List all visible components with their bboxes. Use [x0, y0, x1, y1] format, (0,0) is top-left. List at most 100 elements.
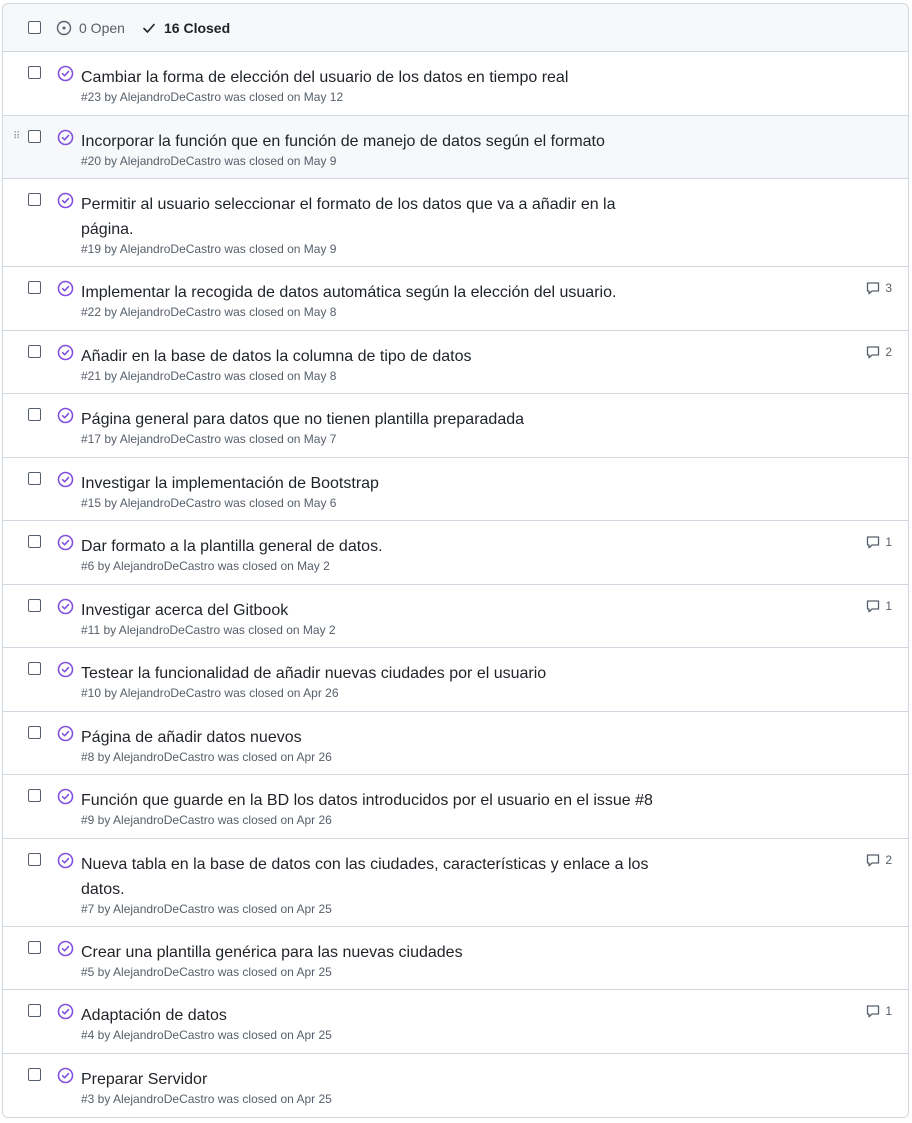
issue-closed-icon	[57, 852, 74, 869]
issue-closed-icon	[57, 280, 74, 297]
comment-count: 2	[885, 853, 892, 867]
comment-count: 3	[885, 281, 892, 295]
comments-link[interactable]: 1	[865, 598, 892, 614]
comments-link[interactable]: 1	[865, 534, 892, 550]
comments-link[interactable]: 3	[865, 280, 892, 296]
issue-row[interactable]: Nueva tabla en la base de datos con las …	[3, 839, 908, 927]
comments-link[interactable]: 1	[865, 1003, 892, 1019]
issue-checkbox[interactable]	[28, 66, 41, 79]
issue-closed-icon	[57, 129, 74, 146]
issue-checkbox[interactable]	[28, 853, 41, 866]
issues-list-box: 0 Open 16 Closed Cambiar la forma de ele…	[2, 3, 909, 1118]
issue-title-link[interactable]: Añadir en la base de datos la columna de…	[81, 344, 661, 369]
issue-closed-icon	[57, 192, 74, 209]
issue-row[interactable]: Cambiar la forma de elección del usuario…	[3, 52, 908, 116]
issue-title-link[interactable]: Nueva tabla en la base de datos con las …	[81, 852, 661, 902]
issue-checkbox[interactable]	[28, 789, 41, 802]
issue-meta: #23 by AlejandroDeCastro was closed on M…	[81, 90, 344, 104]
issue-row[interactable]: Dar formato a la plantilla general de da…	[3, 521, 908, 585]
issue-checkbox[interactable]	[28, 408, 41, 421]
issue-title-link[interactable]: Adaptación de datos	[81, 1003, 661, 1028]
issue-title-link[interactable]: Incorporar la función que en función de …	[81, 129, 661, 154]
issue-title-link[interactable]: Página general para datos que no tienen …	[81, 407, 661, 432]
issue-meta: #9 by AlejandroDeCastro was closed on Ap…	[81, 813, 332, 827]
issue-row[interactable]: Permitir al usuario seleccionar el forma…	[3, 179, 908, 267]
closed-filter-button[interactable]: 16 Closed	[141, 20, 230, 36]
issue-checkbox[interactable]	[28, 130, 41, 143]
issue-row[interactable]: Investigar acerca del Gitbook #11 by Alej…	[3, 585, 908, 648]
issue-checkbox[interactable]	[28, 662, 41, 675]
issue-checkbox[interactable]	[28, 535, 41, 548]
issue-checkbox[interactable]	[28, 726, 41, 739]
comment-count: 2	[885, 345, 892, 359]
issue-row[interactable]: Añadir en la base de datos la columna de…	[3, 331, 908, 394]
issue-row[interactable]: ⠿ Incorporar la función que en función de…	[3, 116, 908, 179]
issue-meta: #3 by AlejandroDeCastro was closed on Ap…	[81, 1092, 332, 1106]
issue-checkbox[interactable]	[28, 1068, 41, 1081]
issue-checkbox[interactable]	[28, 472, 41, 485]
comment-icon	[867, 282, 880, 295]
comments-link[interactable]: 2	[865, 344, 892, 360]
issue-closed-icon	[57, 725, 74, 742]
issue-title-link[interactable]: Permitir al usuario seleccionar el forma…	[81, 192, 661, 242]
open-count-label: 0 Open	[79, 20, 125, 36]
comment-icon	[867, 346, 880, 359]
issue-rows: Cambiar la forma de elección del usuario…	[3, 52, 908, 1117]
issue-title-link[interactable]: Página de añadir datos nuevos	[81, 725, 661, 750]
issue-checkbox[interactable]	[28, 599, 41, 612]
drag-handle-icon[interactable]: ⠿	[13, 132, 20, 142]
issue-title-link[interactable]: Función que guarde en la BD los datos in…	[81, 788, 661, 813]
issue-meta: #5 by AlejandroDeCastro was closed on Ap…	[81, 965, 332, 979]
issues-list-header: 0 Open 16 Closed	[3, 4, 908, 52]
check-icon	[143, 23, 155, 33]
issue-meta: #15 by AlejandroDeCastro was closed on M…	[81, 496, 337, 510]
issue-row[interactable]: Investigar la implementación de Bootstra…	[3, 458, 908, 521]
issue-row[interactable]: Adaptación de datos #4 by AlejandroDeCast…	[3, 990, 908, 1054]
issue-title-link[interactable]: Investigar la implementación de Bootstra…	[81, 471, 661, 496]
issue-open-icon	[56, 20, 72, 36]
issue-title-link[interactable]: Investigar acerca del Gitbook	[81, 598, 661, 623]
issue-row[interactable]: Testear la funcionalidad de añadir nueva…	[3, 648, 908, 712]
issue-meta: #7 by AlejandroDeCastro was closed on Ap…	[81, 902, 332, 916]
comment-icon	[867, 536, 880, 549]
issue-row[interactable]: Crear una plantilla genérica para las nu…	[3, 927, 908, 990]
comment-count: 1	[885, 535, 892, 549]
issue-checkbox[interactable]	[28, 193, 41, 206]
issue-closed-icon	[57, 1067, 74, 1084]
issue-row[interactable]: Función que guarde en la BD los datos in…	[3, 775, 908, 839]
select-all-checkbox[interactable]	[28, 21, 41, 34]
issue-meta: #6 by AlejandroDeCastro was closed on Ma…	[81, 559, 330, 573]
issue-closed-icon	[57, 344, 74, 361]
issue-row[interactable]: Página general para datos que no tienen …	[3, 394, 908, 458]
issue-title-link[interactable]: Preparar Servidor	[81, 1067, 661, 1092]
issue-title-link[interactable]: Crear una plantilla genérica para las nu…	[81, 940, 661, 965]
issue-meta: #11 by AlejandroDeCastro was closed on M…	[81, 623, 336, 637]
issue-meta: #21 by AlejandroDeCastro was closed on M…	[81, 369, 337, 383]
issue-checkbox[interactable]	[28, 1004, 41, 1017]
issue-meta: #8 by AlejandroDeCastro was closed on Ap…	[81, 750, 332, 764]
issue-checkbox[interactable]	[28, 281, 41, 294]
issue-meta: #17 by AlejandroDeCastro was closed on M…	[81, 432, 337, 446]
comment-icon	[867, 1005, 880, 1018]
issue-closed-icon	[57, 598, 74, 615]
comment-icon	[867, 854, 880, 867]
issue-row[interactable]: Implementar la recogida de datos automát…	[3, 267, 908, 331]
issue-checkbox[interactable]	[28, 941, 41, 954]
issue-title-link[interactable]: Cambiar la forma de elección del usuario…	[81, 65, 661, 90]
issue-meta: #10 by AlejandroDeCastro was closed on A…	[81, 686, 339, 700]
issue-row[interactable]: Página de añadir datos nuevos #8 by Aleja…	[3, 712, 908, 775]
comment-count: 1	[885, 599, 892, 613]
issue-row[interactable]: Preparar Servidor #3 by AlejandroDeCastro…	[3, 1054, 908, 1117]
issue-closed-icon	[57, 940, 74, 957]
open-filter-button[interactable]: 0 Open	[56, 20, 125, 36]
comment-count: 1	[885, 1004, 892, 1018]
issue-title-link[interactable]: Implementar la recogida de datos automát…	[81, 280, 661, 305]
issue-title-link[interactable]: Dar formato a la plantilla general de da…	[81, 534, 661, 559]
issue-closed-icon	[57, 65, 74, 82]
comments-link[interactable]: 2	[865, 852, 892, 868]
issue-meta: #20 by AlejandroDeCastro was closed on M…	[81, 154, 337, 168]
issue-closed-icon	[57, 471, 74, 488]
issue-meta: #22 by AlejandroDeCastro was closed on M…	[81, 305, 337, 319]
issue-checkbox[interactable]	[28, 345, 41, 358]
issue-title-link[interactable]: Testear la funcionalidad de añadir nueva…	[81, 661, 661, 686]
